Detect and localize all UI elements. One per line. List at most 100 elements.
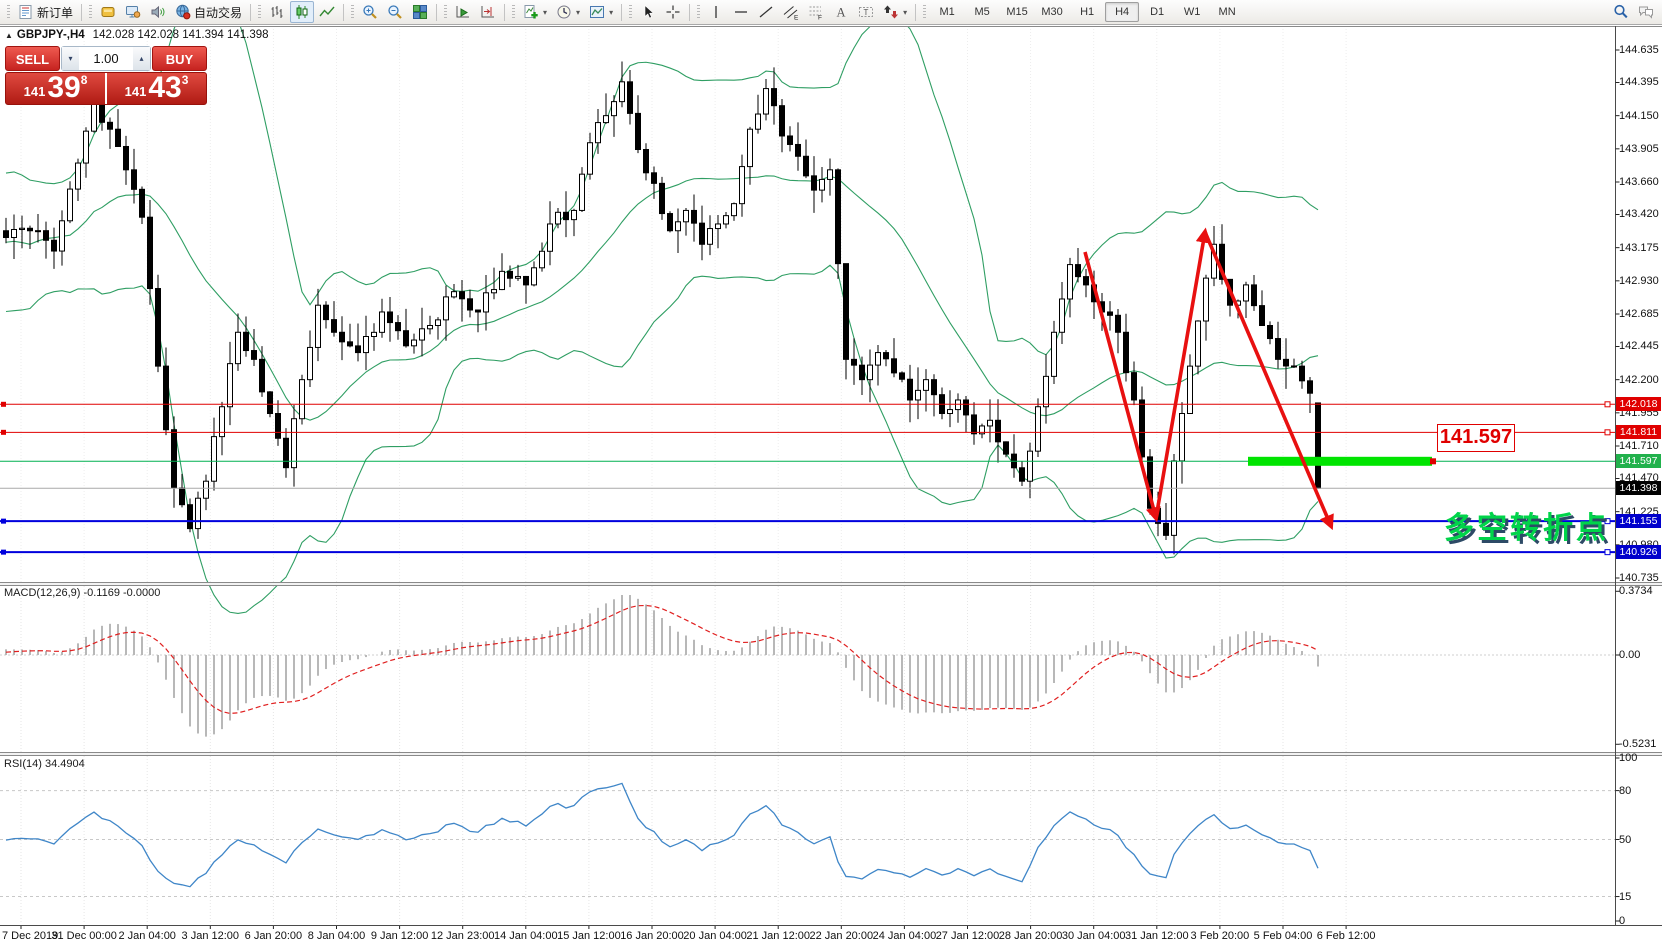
turning-point-annotation[interactable]: 多空转折点 — [1444, 503, 1609, 547]
timeframe-w1-button[interactable]: W1 — [1175, 2, 1209, 22]
line-chart-button[interactable] — [315, 1, 339, 23]
text-button[interactable]: A — [829, 1, 853, 23]
time-axis-label: 31 Jan 12:00 — [1125, 930, 1189, 942]
volume-input[interactable] — [79, 47, 133, 70]
toolbar-grip[interactable] — [7, 5, 10, 20]
toolbar-grip[interactable] — [629, 5, 632, 20]
buy-button[interactable]: BUY — [152, 46, 207, 71]
timeframe-d1-button[interactable]: D1 — [1140, 2, 1174, 22]
arrows-button[interactable]: ▾ — [879, 1, 911, 23]
autotrading-label: 自动交易 — [194, 4, 242, 21]
text-label-button[interactable]: T — [854, 1, 878, 23]
arrows-dropdown-icon[interactable]: ▾ — [903, 8, 907, 17]
timeframe-mn-button[interactable]: MN — [1210, 2, 1244, 22]
new-order-label: 新订单 — [37, 4, 73, 21]
price-axis-label: 142.930 — [1619, 275, 1661, 287]
navigator-icon — [125, 4, 141, 20]
time-axis-label: 24 Jan 04:00 — [873, 930, 937, 942]
alerts-button[interactable] — [146, 1, 170, 23]
timeframe-m15-button[interactable]: M15 — [1000, 2, 1034, 22]
chat-icon — [1638, 4, 1654, 20]
time-axis-label: 6 Jan 20:00 — [245, 930, 303, 942]
one-click-trading-panel: SELL ▾ ▴ BUY 141 39 8 141 43 3 — [5, 46, 207, 105]
toolbar-separator — [621, 4, 622, 21]
chart-shift-button[interactable] — [476, 1, 500, 23]
horizontal-line-button[interactable] — [729, 1, 753, 23]
channel-icon: E — [783, 4, 799, 20]
volume-increase-button[interactable]: ▴ — [133, 47, 150, 70]
indicators-dropdown-icon[interactable]: ▾ — [543, 8, 547, 17]
trendline-icon — [758, 4, 774, 20]
toolbar-grip[interactable] — [351, 5, 354, 20]
time-axis-label: 30 Jan 04:00 — [1062, 930, 1126, 942]
rsi-indicator-label: RSI(14) 34.4904 — [4, 758, 85, 770]
timeframe-h1-button[interactable]: H1 — [1070, 2, 1104, 22]
sell-button[interactable]: SELL — [5, 46, 60, 71]
chart-canvas[interactable] — [0, 26, 1662, 947]
autotrading-button[interactable]: 自动交易 — [171, 1, 246, 23]
volume-decrease-button[interactable]: ▾ — [62, 47, 79, 70]
toolbar-grip[interactable] — [697, 5, 700, 20]
toolbar-separator — [81, 4, 82, 21]
market-watch-button[interactable] — [96, 1, 120, 23]
templates-dropdown-icon[interactable]: ▾ — [609, 8, 613, 17]
search-button[interactable] — [1609, 1, 1633, 23]
time-axis-label: 12 Jan 23:00 — [431, 930, 495, 942]
toolbar-grip[interactable] — [923, 5, 926, 20]
buy-price-panel[interactable]: 141 43 3 — [107, 73, 206, 104]
collapse-panel-icon[interactable]: ▲ — [5, 31, 13, 40]
templates-icon — [589, 4, 605, 20]
periods-button[interactable]: ▾ — [552, 1, 584, 23]
time-axis-label: 15 Jan 12:00 — [557, 930, 621, 942]
rsi-axis-label: 80 — [1619, 785, 1661, 797]
navigator-button[interactable] — [121, 1, 145, 23]
level-price-tag: 142.018 — [1616, 397, 1661, 411]
time-axis-label: 9 Jan 12:00 — [371, 930, 429, 942]
candlestick-chart-button[interactable] — [290, 1, 314, 23]
timeframe-h4-button[interactable]: H4 — [1105, 2, 1139, 22]
cursor-button[interactable] — [636, 1, 660, 23]
chart-window[interactable]: ▲GBPJPY-,H4142.028 142.028 141.394 141.3… — [0, 26, 1662, 947]
zoom-in-button[interactable] — [358, 1, 382, 23]
price-axis-label: 143.660 — [1619, 176, 1661, 188]
periods-dropdown-icon[interactable]: ▾ — [576, 8, 580, 17]
trendline-button[interactable] — [754, 1, 778, 23]
auto-scroll-icon — [455, 4, 471, 20]
timeframe-m5-button[interactable]: M5 — [965, 2, 999, 22]
toolbar-grip[interactable] — [258, 5, 261, 20]
toolbar-grip[interactable] — [89, 5, 92, 20]
level-price-tag: 141.597 — [1616, 454, 1661, 468]
chart-title: ▲GBPJPY-,H4142.028 142.028 141.394 141.3… — [5, 29, 269, 41]
alerts-icon — [150, 4, 166, 20]
rsi-axis-label: 100 — [1619, 752, 1661, 764]
arrows-icon — [883, 4, 899, 20]
sell-price-pips: 39 — [47, 74, 80, 102]
toolbar-grip[interactable] — [444, 5, 447, 20]
price-annotation-box[interactable]: 141.597 — [1437, 424, 1515, 452]
time-axis-label: 14 Jan 04:00 — [494, 930, 558, 942]
timeframe-m30-button[interactable]: M30 — [1035, 2, 1069, 22]
rsi-axis-label: 15 — [1619, 891, 1661, 903]
sell-price-panel[interactable]: 141 39 8 — [6, 73, 105, 104]
new-order-button[interactable]: 新订单 — [14, 1, 77, 23]
tile-windows-button[interactable] — [408, 1, 432, 23]
zoom-out-button[interactable] — [383, 1, 407, 23]
bar-chart-button[interactable] — [265, 1, 289, 23]
timeframe-m1-button[interactable]: M1 — [930, 2, 964, 22]
indicators-button[interactable]: ▾ — [519, 1, 551, 23]
toolbar-grip[interactable] — [512, 5, 515, 20]
time-axis-label: 2 Jan 04:00 — [118, 930, 176, 942]
equidistant-channel-button[interactable]: E — [779, 1, 803, 23]
fibonacci-button[interactable]: F — [804, 1, 828, 23]
templates-button[interactable]: ▾ — [585, 1, 617, 23]
auto-scroll-button[interactable] — [451, 1, 475, 23]
crosshair-button[interactable] — [661, 1, 685, 23]
level-price-tag: 141.155 — [1616, 514, 1661, 528]
time-axis-label: 3 Feb 20:00 — [1191, 930, 1250, 942]
price-axis-label: 143.420 — [1619, 208, 1661, 220]
vertical-line-button[interactable] — [704, 1, 728, 23]
current-price-tag: 141.398 — [1616, 481, 1661, 495]
level-price-tag: 141.811 — [1616, 425, 1661, 439]
price-axis-label: 142.200 — [1619, 374, 1661, 386]
community-button[interactable] — [1634, 1, 1658, 23]
